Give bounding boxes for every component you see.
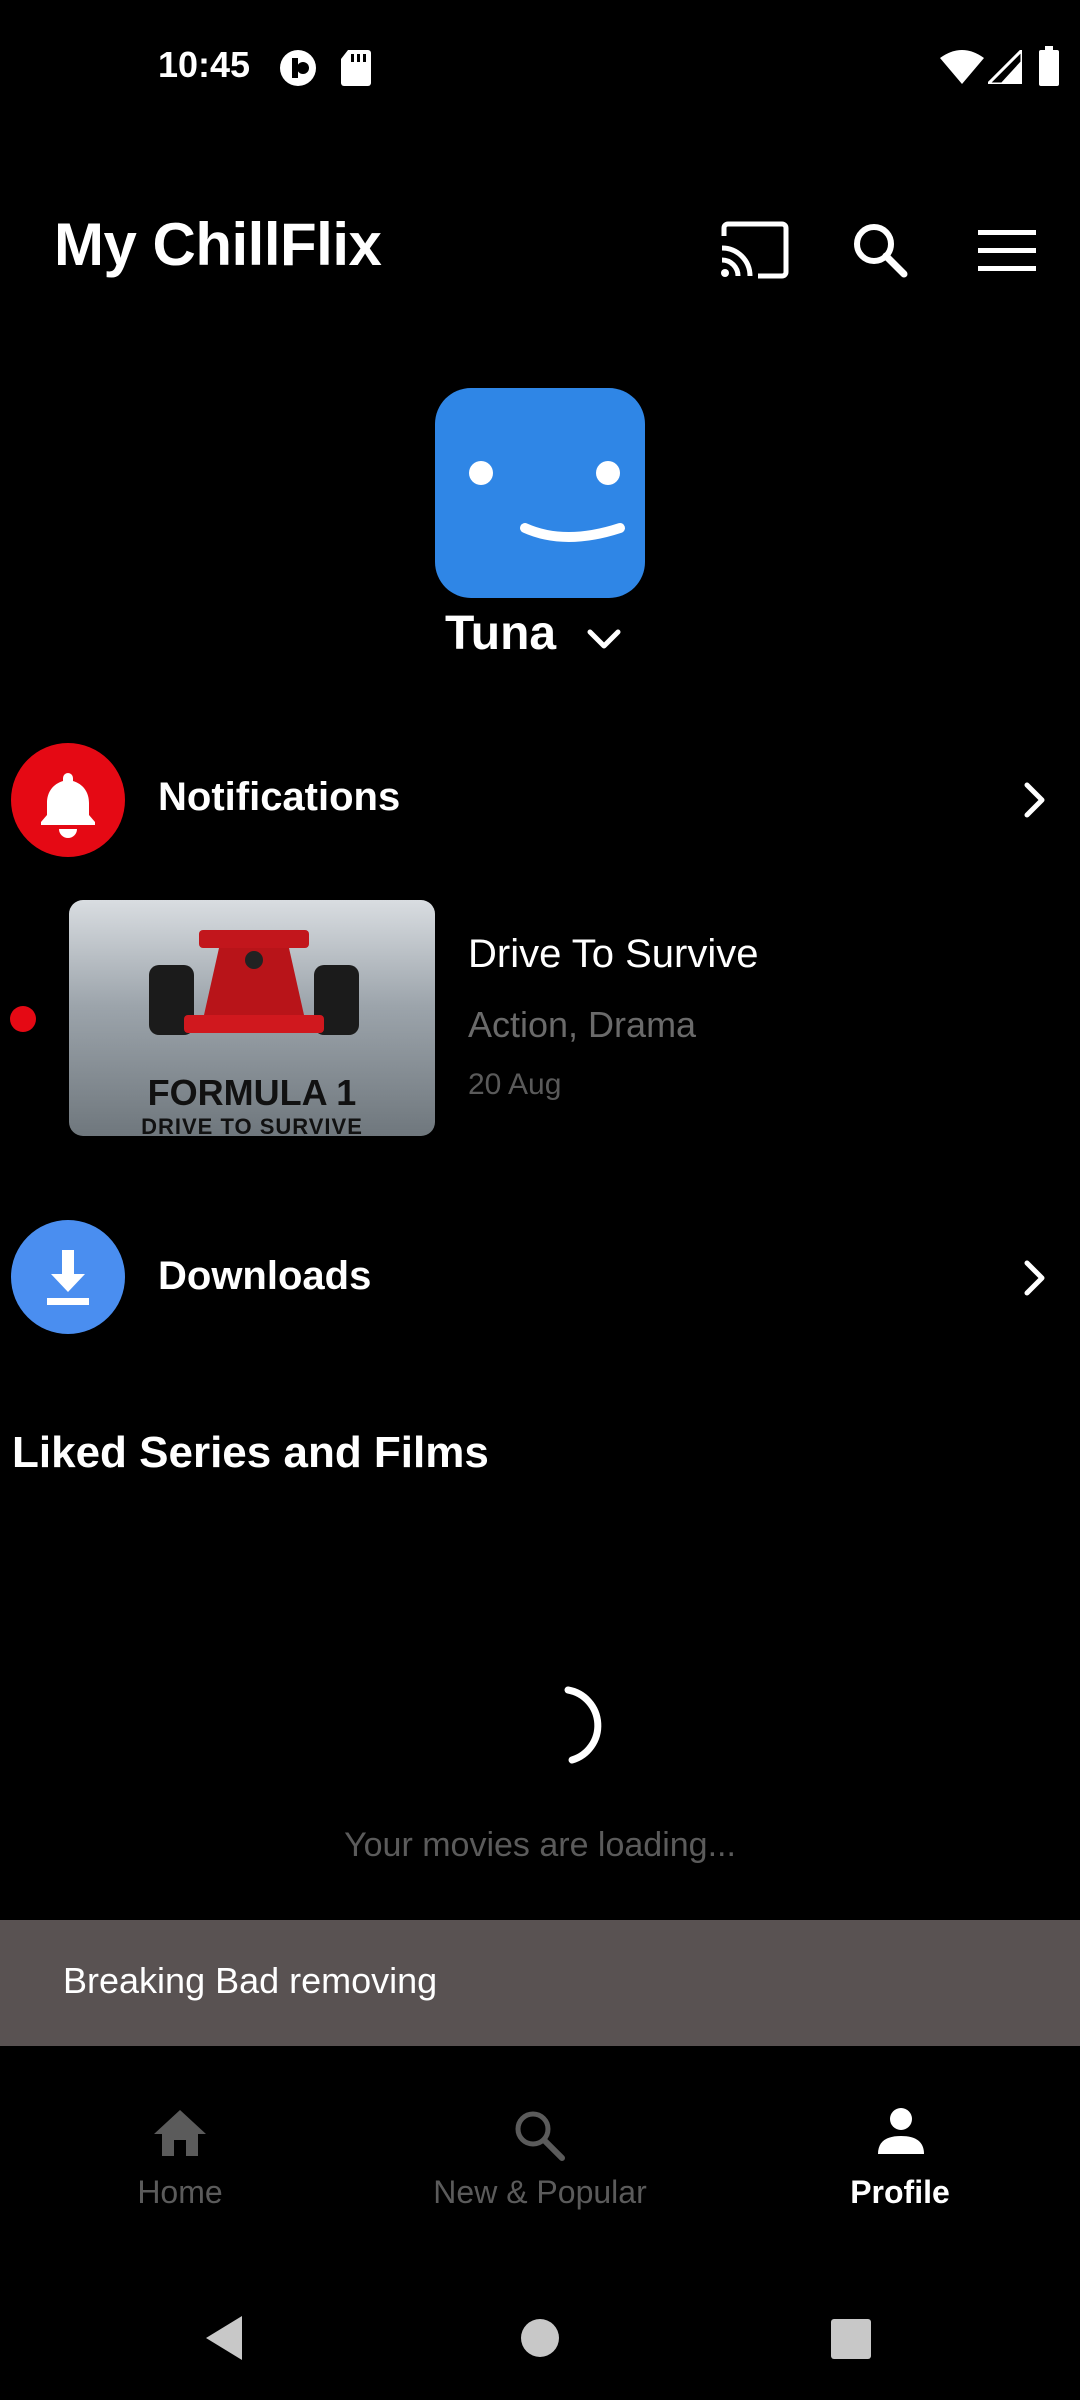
downloads-row[interactable]: Downloads [0,1218,1080,1338]
notification-genre: Action, Drama [468,1004,697,1045]
notifications-badge [11,743,125,857]
nav-home-label: Home [137,2174,223,2210]
cell-signal-icon [988,50,1022,84]
download-icon [47,1250,89,1305]
person-icon [878,2108,924,2154]
system-nav-bar [0,2250,1080,2400]
data-saver-icon [280,50,316,86]
race-car-image [149,930,359,1035]
profile-name[interactable]: Tuna [445,606,556,661]
app-title: My ChillFlix [54,211,382,278]
home-button-icon[interactable] [520,2318,560,2358]
notification-title: Drive To Survive [468,932,759,976]
battery-icon [1039,46,1059,86]
bell-icon [41,773,95,838]
downloads-badge [11,1220,125,1334]
unread-dot [10,1006,36,1032]
profile-avatar[interactable] [435,388,645,598]
recents-icon[interactable] [830,2318,872,2360]
nav-profile[interactable]: Profile [720,2046,1080,2226]
chevron-right-icon [1024,782,1045,818]
status-time: 10:45 [158,44,251,85]
back-icon[interactable] [204,2314,244,2362]
chevron-down-icon[interactable] [586,626,622,652]
nav-profile-label: Profile [850,2174,950,2210]
notification-date: 20 Aug [468,1068,562,1101]
snackbar: Breaking Bad removing [0,1920,1080,2046]
smiley-face-icon [469,461,625,542]
cast-icon[interactable] [718,220,790,280]
thumbnail-subtitle: DRIVE TO SURVIVE [141,1114,363,1136]
menu-icon[interactable] [978,228,1036,274]
nav-new-popular-label: New & Popular [433,2174,647,2210]
loading-text: Your movies are loading... [344,1826,736,1864]
sd-card-icon [341,50,371,86]
snackbar-text: Breaking Bad removing [63,1960,438,2001]
liked-section-title: Liked Series and Films [12,1428,489,1477]
notifications-label: Notifications [158,775,401,819]
thumbnail-title: FORMULA 1 [147,1072,357,1113]
downloads-label: Downloads [158,1254,372,1298]
notifications-row[interactable]: Notifications [0,740,1080,860]
search-icon [515,2111,565,2161]
nav-home[interactable]: Home [0,2046,360,2226]
home-icon [154,2110,206,2156]
wifi-icon [940,50,984,84]
status-bar: 10:45 [0,0,1080,140]
search-icon[interactable] [850,220,910,280]
loading-spinner-icon [564,1686,602,1764]
bottom-nav: Home New & Popular Profile [0,2046,1080,2226]
chevron-right-icon [1024,1260,1045,1296]
notification-thumbnail[interactable]: FORMULA 1 DRIVE TO SURVIVE [69,900,435,1136]
nav-new-popular[interactable]: New & Popular [360,2046,720,2226]
